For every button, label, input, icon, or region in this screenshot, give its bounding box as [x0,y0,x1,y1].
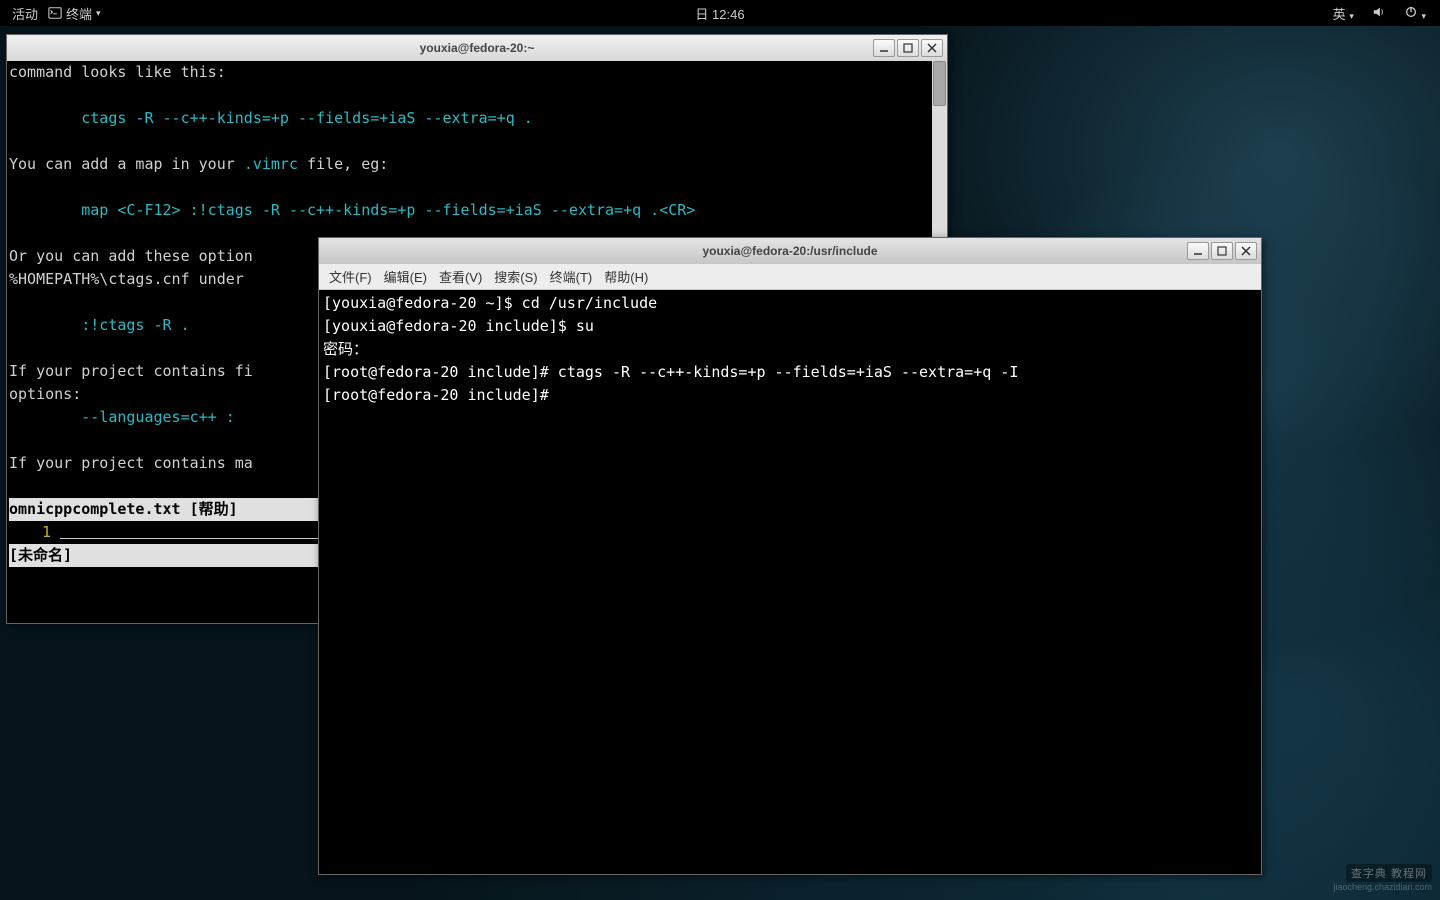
terminal-title: youxia@fedora-20:/usr/include [323,244,1257,258]
terminal-menubar: 文件(F) 编辑(E) 查看(V) 搜索(S) 终端(T) 帮助(H) [319,264,1261,290]
minimize-button[interactable] [873,39,895,57]
terminal-body[interactable]: [youxia@fedora-20 ~]$ cd /usr/include [y… [319,290,1261,874]
menu-view[interactable]: 查看(V) [435,265,486,288]
terminal-line: [youxia@fedora-20 ~]$ cd /usr/include [323,294,657,312]
terminal-titlebar[interactable]: youxia@fedora-20:/usr/include [319,238,1261,264]
maximize-button[interactable] [897,39,919,57]
gnome-topbar: 活动 终端 ▾ 日 12:46 英 ▾ ▾ [0,0,1440,26]
vim-title: youxia@fedora-20:~ [11,41,943,55]
menu-terminal[interactable]: 终端(T) [546,265,597,288]
vim-titlebar[interactable]: youxia@fedora-20:~ [7,35,947,61]
terminal-line: 密码： [323,340,368,358]
chevron-down-icon: ▾ [96,8,101,19]
volume-icon[interactable] [1372,5,1386,22]
menu-search[interactable]: 搜索(S) [490,265,541,288]
terminal-line: [root@fedora-20 include]# [323,386,558,404]
chevron-down-icon: ▾ [1421,11,1426,21]
power-icon[interactable]: ▾ [1404,5,1426,22]
chevron-down-icon: ▾ [1349,11,1354,21]
terminal-window: youxia@fedora-20:/usr/include 文件(F) 编辑(E… [318,237,1262,875]
clock[interactable]: 日 12:46 [695,4,744,23]
minimize-button[interactable] [1187,242,1209,260]
menu-file[interactable]: 文件(F) [325,265,376,288]
watermark: 查字典 教程网 jiaocheng.chazidian.com [1333,864,1432,892]
close-button[interactable] [1235,242,1257,260]
terminal-line: [root@fedora-20 include]# ctags -R --c++… [323,363,1018,381]
menu-help[interactable]: 帮助(H) [600,265,652,288]
maximize-button[interactable] [1211,242,1233,260]
terminal-line: [youxia@fedora-20 include]$ su [323,317,594,335]
terminal-icon [48,6,62,20]
activities-button[interactable]: 活动 [12,4,38,23]
app-menu-label: 终端 [66,4,92,23]
app-menu[interactable]: 终端 ▾ [48,4,101,23]
close-button[interactable] [921,39,943,57]
menu-edit[interactable]: 编辑(E) [380,265,431,288]
ime-indicator[interactable]: 英 ▾ [1333,4,1354,23]
scrollbar-thumb[interactable] [933,61,946,106]
